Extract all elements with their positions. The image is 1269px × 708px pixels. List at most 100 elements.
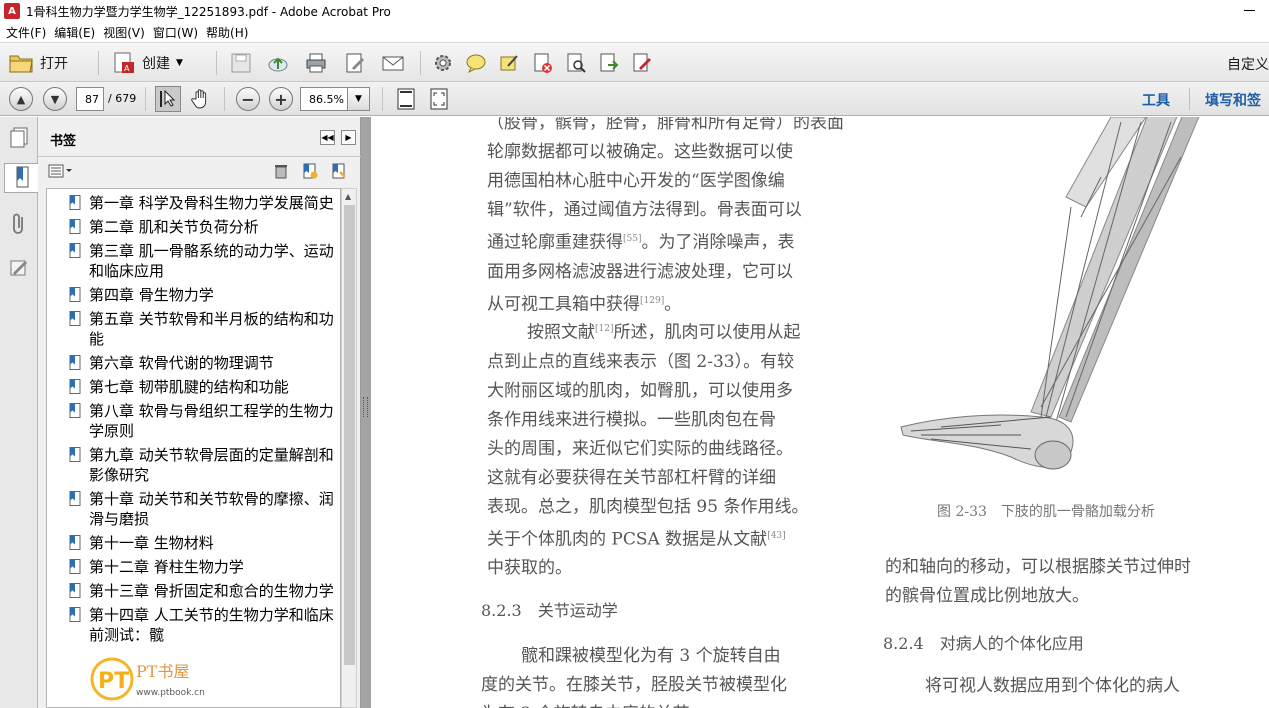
bookmark-label: 第六章 软骨代谢的物理调节 xyxy=(89,354,274,372)
bookmark-item[interactable]: 第十二章 脊柱生物力学 xyxy=(47,557,340,577)
arrow-up-icon: ▲ xyxy=(16,92,26,106)
fill-sign-button[interactable]: 填写和签 xyxy=(1205,90,1261,110)
bookmark-item[interactable]: 第二章 肌和关节负荷分析 xyxy=(47,217,340,237)
zoom-out-button[interactable]: − xyxy=(236,87,260,111)
email-icon[interactable] xyxy=(382,52,404,74)
bookmark-item[interactable]: 第十一章 生物材料 xyxy=(47,533,340,553)
bookmark-icon xyxy=(69,379,81,394)
scrollbar-thumb[interactable] xyxy=(344,205,355,665)
bookmark-icon xyxy=(69,583,81,598)
bookmark-label: 第八章 软骨与骨组织工程学的生物力学原则 xyxy=(89,402,334,440)
panel-splitter[interactable] xyxy=(361,117,371,708)
menu-view[interactable]: 视图(V) xyxy=(101,24,151,41)
bookmark-item[interactable]: 第十章 动关节和关节软骨的摩擦、润滑与磨损 xyxy=(47,489,340,529)
search-document-icon[interactable] xyxy=(565,52,587,74)
chevron-down-icon: ▼ xyxy=(355,94,362,104)
bookmark-item[interactable]: 第七章 韧带肌腱的结构和功能 xyxy=(47,377,340,397)
leg-skeleton-figure xyxy=(900,117,1200,470)
previous-page-button[interactable]: ▲ xyxy=(9,87,33,111)
bookmark-options-button[interactable] xyxy=(48,164,72,181)
section-heading-824: 8.2.4 对病人的个体化应用 xyxy=(883,634,1084,653)
pages-icon xyxy=(10,127,28,148)
zoom-in-button[interactable]: + xyxy=(269,87,293,111)
svg-text:www.ptbook.cn: www.ptbook.cn xyxy=(136,688,205,698)
gear-icon[interactable] xyxy=(432,52,454,74)
plus-icon: + xyxy=(274,89,288,109)
chevron-left-icon: ◀◀ xyxy=(321,133,334,142)
bookmark-icon xyxy=(69,491,81,506)
toolbar-divider xyxy=(382,87,383,111)
bookmarks-title: 书签 xyxy=(50,134,77,149)
bookmark-scrollbar[interactable]: ▲ xyxy=(341,188,357,708)
customize-button[interactable]: 自定义 xyxy=(1227,54,1269,74)
new-bookmark-button[interactable] xyxy=(302,162,318,183)
toolbar-divider xyxy=(224,87,225,111)
select-tool-button[interactable] xyxy=(155,86,181,112)
toolbar-divider xyxy=(145,87,146,111)
hand-tool-button[interactable] xyxy=(188,86,214,112)
page-thumbnails-button[interactable] xyxy=(6,123,32,153)
minimize-button[interactable] xyxy=(1244,10,1255,11)
print-icon[interactable] xyxy=(305,52,327,74)
navigation-rail xyxy=(0,117,38,708)
body-text-para4: 将可视人数据应用到个体化的病人 xyxy=(925,676,1180,696)
bookmark-item[interactable]: 第四章 骨生物力学 xyxy=(47,285,340,305)
next-page-button[interactable]: ▼ xyxy=(43,87,67,111)
menu-help[interactable]: 帮助(H) xyxy=(204,24,254,41)
splitter-grip xyxy=(363,397,368,417)
bookmark-item[interactable]: 第五章 关节软骨和半月板的结构和功能 xyxy=(47,309,340,349)
page-number-input[interactable]: 87 xyxy=(76,87,104,111)
export-icon[interactable] xyxy=(598,52,620,74)
chevron-down-icon: ▼ xyxy=(176,58,183,68)
bookmark-icon xyxy=(69,243,81,258)
signature-icon xyxy=(10,260,27,276)
bookmark-item[interactable]: 第九章 动关节软骨层面的定量解剖和影像研究 xyxy=(47,445,340,485)
document-viewer[interactable]: （股骨，髌骨，胫骨，腓骨和所有足骨）的表面 轮廓数据都可以被确定。这些数据可以使… xyxy=(371,117,1269,708)
signatures-button[interactable] xyxy=(6,253,32,283)
panel-options-button[interactable]: ▶ xyxy=(341,130,356,145)
options-menu-icon xyxy=(48,164,72,178)
collapse-panel-button[interactable]: ◀◀ xyxy=(320,130,335,145)
expand-bookmark-button[interactable] xyxy=(331,162,347,183)
menu-window[interactable]: 窗口(W) xyxy=(151,24,204,41)
bookmark-label: 第十一章 生物材料 xyxy=(89,534,214,552)
scroll-up-icon: ▲ xyxy=(345,192,352,201)
bookmark-item[interactable]: 第八章 软骨与骨组织工程学的生物力学原则 xyxy=(47,401,340,441)
bookmarks-panel-button[interactable] xyxy=(4,163,38,193)
full-screen-button[interactable] xyxy=(426,86,452,112)
edit-document-icon[interactable] xyxy=(344,52,366,74)
bookmark-label: 第九章 动关节软骨层面的定量解剖和影像研究 xyxy=(89,446,334,484)
create-pdf-icon: A xyxy=(114,52,134,73)
delete-bookmark-button[interactable] xyxy=(274,163,288,182)
fit-page-button[interactable] xyxy=(393,86,419,112)
bookmark-icon xyxy=(69,535,81,550)
paperclip-icon xyxy=(13,213,23,234)
attachments-button[interactable] xyxy=(6,209,32,239)
menu-file[interactable]: 文件(F) xyxy=(4,24,52,41)
new-bookmark-icon xyxy=(303,163,318,179)
bookmark-item[interactable]: 第三章 肌一骨骼系统的动力学、运动和临床应用 xyxy=(47,241,340,281)
fit-page-icon xyxy=(397,88,415,110)
bookmark-item[interactable]: 第十三章 骨折固定和愈合的生物力学 xyxy=(47,581,340,601)
tools-pane-button[interactable]: 工具 xyxy=(1142,90,1170,110)
create-button[interactable]: A 创建 ▼ xyxy=(112,49,183,77)
bookmark-item[interactable]: 第一章 科学及骨科生物力学发展简史 xyxy=(47,193,340,213)
bookmark-icon xyxy=(69,607,81,622)
open-button[interactable]: 打开 xyxy=(8,49,68,77)
comment-icon[interactable] xyxy=(465,52,487,74)
menu-edit[interactable]: 编辑(E) xyxy=(52,24,101,41)
zoom-dropdown-button[interactable]: ▼ xyxy=(348,87,370,111)
delete-page-icon[interactable] xyxy=(532,52,554,74)
svg-text:PT: PT xyxy=(98,669,129,694)
highlight-icon[interactable] xyxy=(498,52,520,74)
cloud-upload-icon[interactable] xyxy=(267,52,289,74)
toolbar-divider xyxy=(98,51,99,75)
zoom-level-input[interactable]: 86.5% xyxy=(300,87,348,111)
bookmark-item[interactable]: 第六章 软骨代谢的物理调节 xyxy=(47,353,340,373)
bookmark-label: 第三章 肌一骨骼系统的动力学、运动和临床应用 xyxy=(89,242,334,280)
watermark-logo: PT PT书屋 www.ptbook.cn xyxy=(90,657,205,701)
bookmark-item[interactable]: 第十四章 人工关节的生物力学和临床前测试：髋 xyxy=(47,605,340,645)
bookmark-label: 第四章 骨生物力学 xyxy=(89,286,214,304)
sign-icon[interactable] xyxy=(631,52,653,74)
save-icon[interactable] xyxy=(230,52,252,74)
